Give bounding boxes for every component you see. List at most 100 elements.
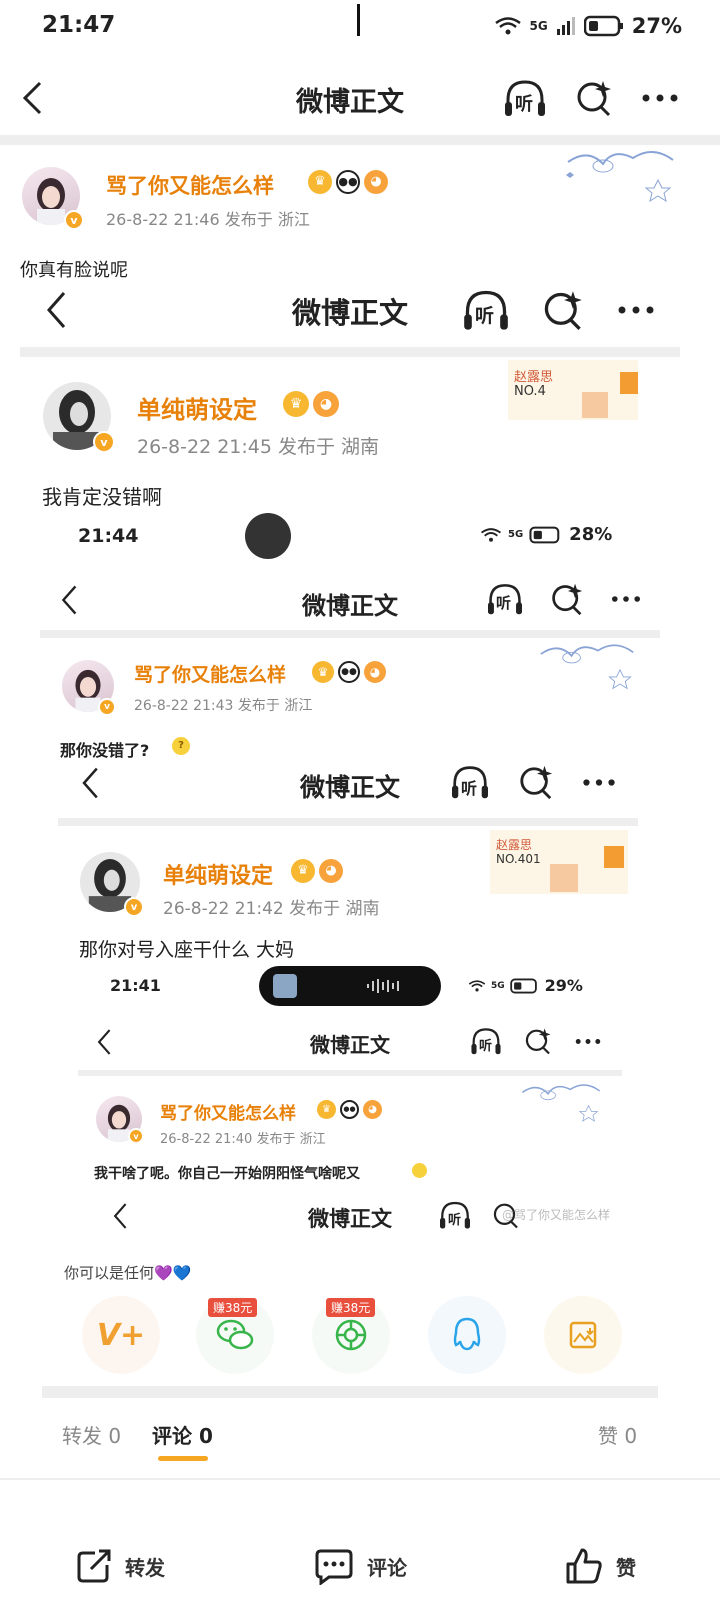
wifi-icon [494,17,521,35]
listen-button: 听 [462,288,510,332]
post-meta: 26-8-22 21:40 发布于 浙江 [160,1132,326,1147]
main-header: 微博正文 听 [0,60,720,135]
battery-icon [529,526,560,543]
battery-percent: 29% [544,976,583,995]
shot2-title: 微博正文 [302,592,398,620]
back-arrow-icon [113,1203,127,1229]
post-meta: 26-8-22 21:45 发布于 湖南 [137,436,380,458]
network-label: 5G [529,19,548,33]
watermark: @骂了你又能怎么样 [502,1208,611,1222]
comment-label: 评论 [367,1555,407,1580]
listen-button: 听 [450,764,490,800]
shot1-title: 微博正文 [291,296,409,330]
dynamic-island [259,966,441,1006]
search-icon[interactable] [575,79,613,117]
shot1-divider [20,347,680,357]
shot4-status-time: 21:41 [110,976,161,995]
network-label: 5G [508,529,524,540]
shot4-header: 微博正文 听 [0,1024,720,1060]
post-meta: 26-8-22 21:43 发布于 浙江 [134,698,313,714]
username: 骂了你又能怎么样 [134,664,287,686]
emoji-icon [412,1163,427,1178]
stamp-number: NO.4 [514,384,546,399]
bottom-action-bar: 转发 评论 赞 [0,1520,720,1612]
status-bar: 21:47 5G 27% [0,0,720,55]
wifi-icon [468,979,486,991]
username: 单纯萌设定 [163,864,274,889]
user-badges: ♛ ●● ◕ [317,1100,382,1119]
battery-percent: 27% [631,14,682,38]
save-image-icon [569,1321,597,1349]
more-icon[interactable] [641,93,679,103]
fish-icon: ◕ [364,661,386,683]
vip-crown-icon: ♛ [283,391,309,417]
user-badges: ♛ ●● ◕ [312,661,386,683]
status-icons: 5G 27% [494,14,682,38]
vip-crown-icon: ♛ [312,661,334,683]
username[interactable]: 骂了你又能怎么样 [106,170,274,200]
like-button[interactable]: 赞 [480,1520,720,1612]
username: 骂了你又能怎么样 [160,1104,296,1124]
camera-notch [357,4,360,36]
audio-wave-icon [367,979,399,993]
post-text: 那你对号入座干什么 大妈 [79,939,295,961]
qq-icon [453,1317,481,1351]
repost-button[interactable]: 转发 [0,1520,240,1612]
status-time: 21:47 [42,12,116,38]
panda-icon: ●● [336,170,360,194]
share-save-image-button[interactable] [544,1296,622,1374]
shot3-title: 微博正文 [299,773,401,802]
fish-icon: ◕ [319,859,343,883]
listen-button: 听 [438,1200,472,1230]
like-label: 赞 [616,1555,636,1580]
verified-badge: v [93,431,115,453]
stamp-name: 赵露思 [496,838,533,852]
shot3-header: 微博正文 听 [0,762,720,806]
battery-icon [583,15,623,37]
bow-decoration-icon [540,644,634,690]
tab-like[interactable]: 赞 0 [598,1420,637,1449]
listen-button[interactable]: 听 [503,78,547,118]
user-badges: ♛ ◕ [291,859,343,883]
shot2-status-time: 21:44 [78,525,139,547]
battery-percent: 28% [569,524,613,545]
reward-badge: 赚38元 [208,1298,258,1317]
bow-decoration-icon [521,1084,601,1122]
stamp: 赵露思 NO.401 [490,830,628,894]
listen-label: 听 [479,1039,493,1054]
listen-label: 听 [496,594,512,612]
vip-crown-icon: ♛ [308,170,332,194]
shot5-title: 微博正文 [308,1207,392,1231]
more-icon [583,778,615,786]
post-meta: 26-8-22 21:42 发布于 湖南 [163,899,380,919]
user-badges: ♛ ●● ◕ [308,170,388,194]
search-icon [552,583,583,616]
comment-button[interactable]: 评论 [240,1520,480,1612]
back-arrow-icon [61,585,77,615]
tab-repost[interactable]: 转发 0 [62,1420,121,1449]
shot4-title: 微博正文 [310,1033,390,1057]
post-text: 那你没错了? [60,741,150,760]
emoji-icon: ? [172,737,190,755]
more-icon [618,306,654,314]
wifi-icon [480,527,502,542]
tab-comment-indicator [158,1456,208,1461]
search-icon [525,1028,551,1055]
back-arrow-icon[interactable] [20,80,44,116]
listen-label: 听 [475,305,495,327]
signal-icon [556,17,575,35]
share-qq-button[interactable] [428,1296,506,1374]
more-icon [612,596,640,602]
username: 单纯萌设定 [137,396,257,424]
verified-badge: v [64,210,84,230]
share-divider [42,1386,658,1398]
user-badges: ♛ ◕ [283,391,339,417]
shot3-divider [58,818,638,826]
share-vplus-button[interactable]: V+ [82,1296,160,1374]
panda-icon: ●● [338,661,360,683]
back-arrow-icon [97,1029,111,1055]
shot2-status-icons: 5G 28% [480,524,612,545]
post-meta: 26-8-22 21:46 发布于 浙江 [106,210,310,229]
shot4-status-icons: 5G 29% [468,976,583,995]
tab-comment[interactable]: 评论 0 [152,1420,213,1449]
